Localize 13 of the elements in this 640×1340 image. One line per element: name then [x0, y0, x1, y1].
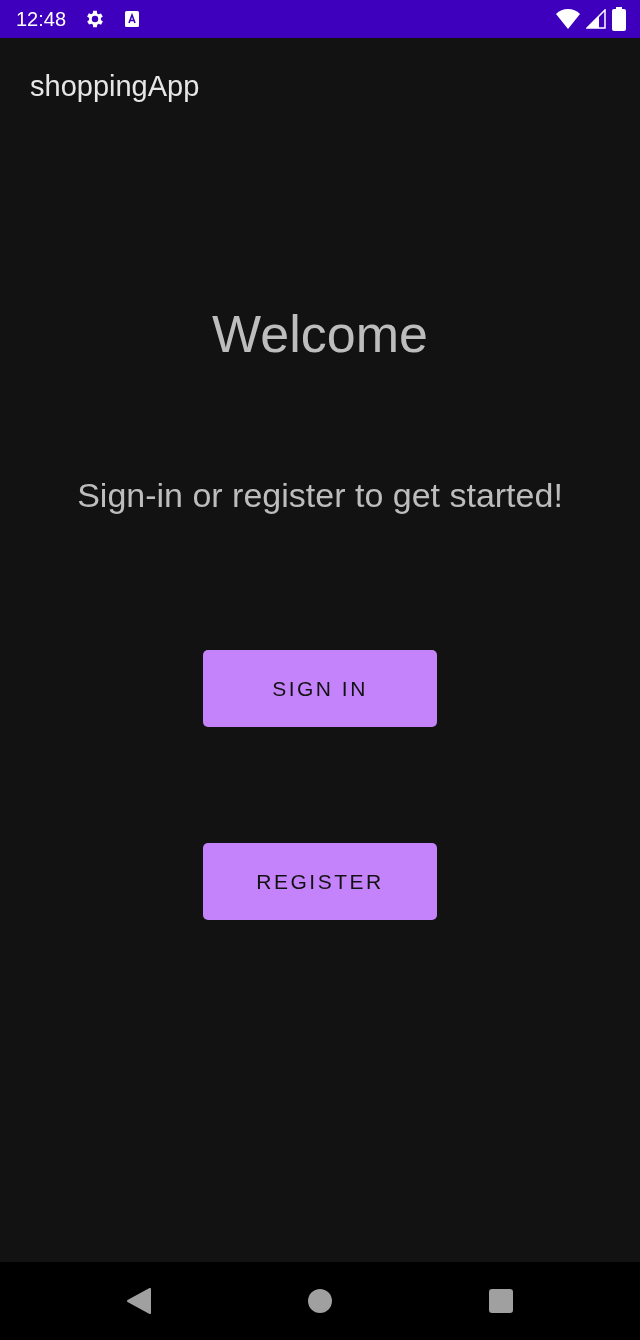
back-icon[interactable]: [126, 1288, 151, 1314]
register-button[interactable]: REGISTER: [203, 843, 437, 920]
battery-icon: [612, 7, 626, 31]
app-title: shoppingApp: [30, 69, 200, 103]
welcome-heading: Welcome: [212, 304, 428, 364]
home-icon[interactable]: [308, 1289, 332, 1313]
overview-icon[interactable]: [489, 1289, 514, 1313]
wifi-icon: [556, 9, 580, 29]
status-time: 12:48: [16, 7, 67, 31]
welcome-subtitle: Sign-in or register to get started!: [77, 476, 563, 515]
sign-in-button[interactable]: SIGN IN: [203, 650, 437, 727]
keyboard-letter-icon: [124, 10, 141, 28]
signal-icon: [586, 9, 606, 29]
